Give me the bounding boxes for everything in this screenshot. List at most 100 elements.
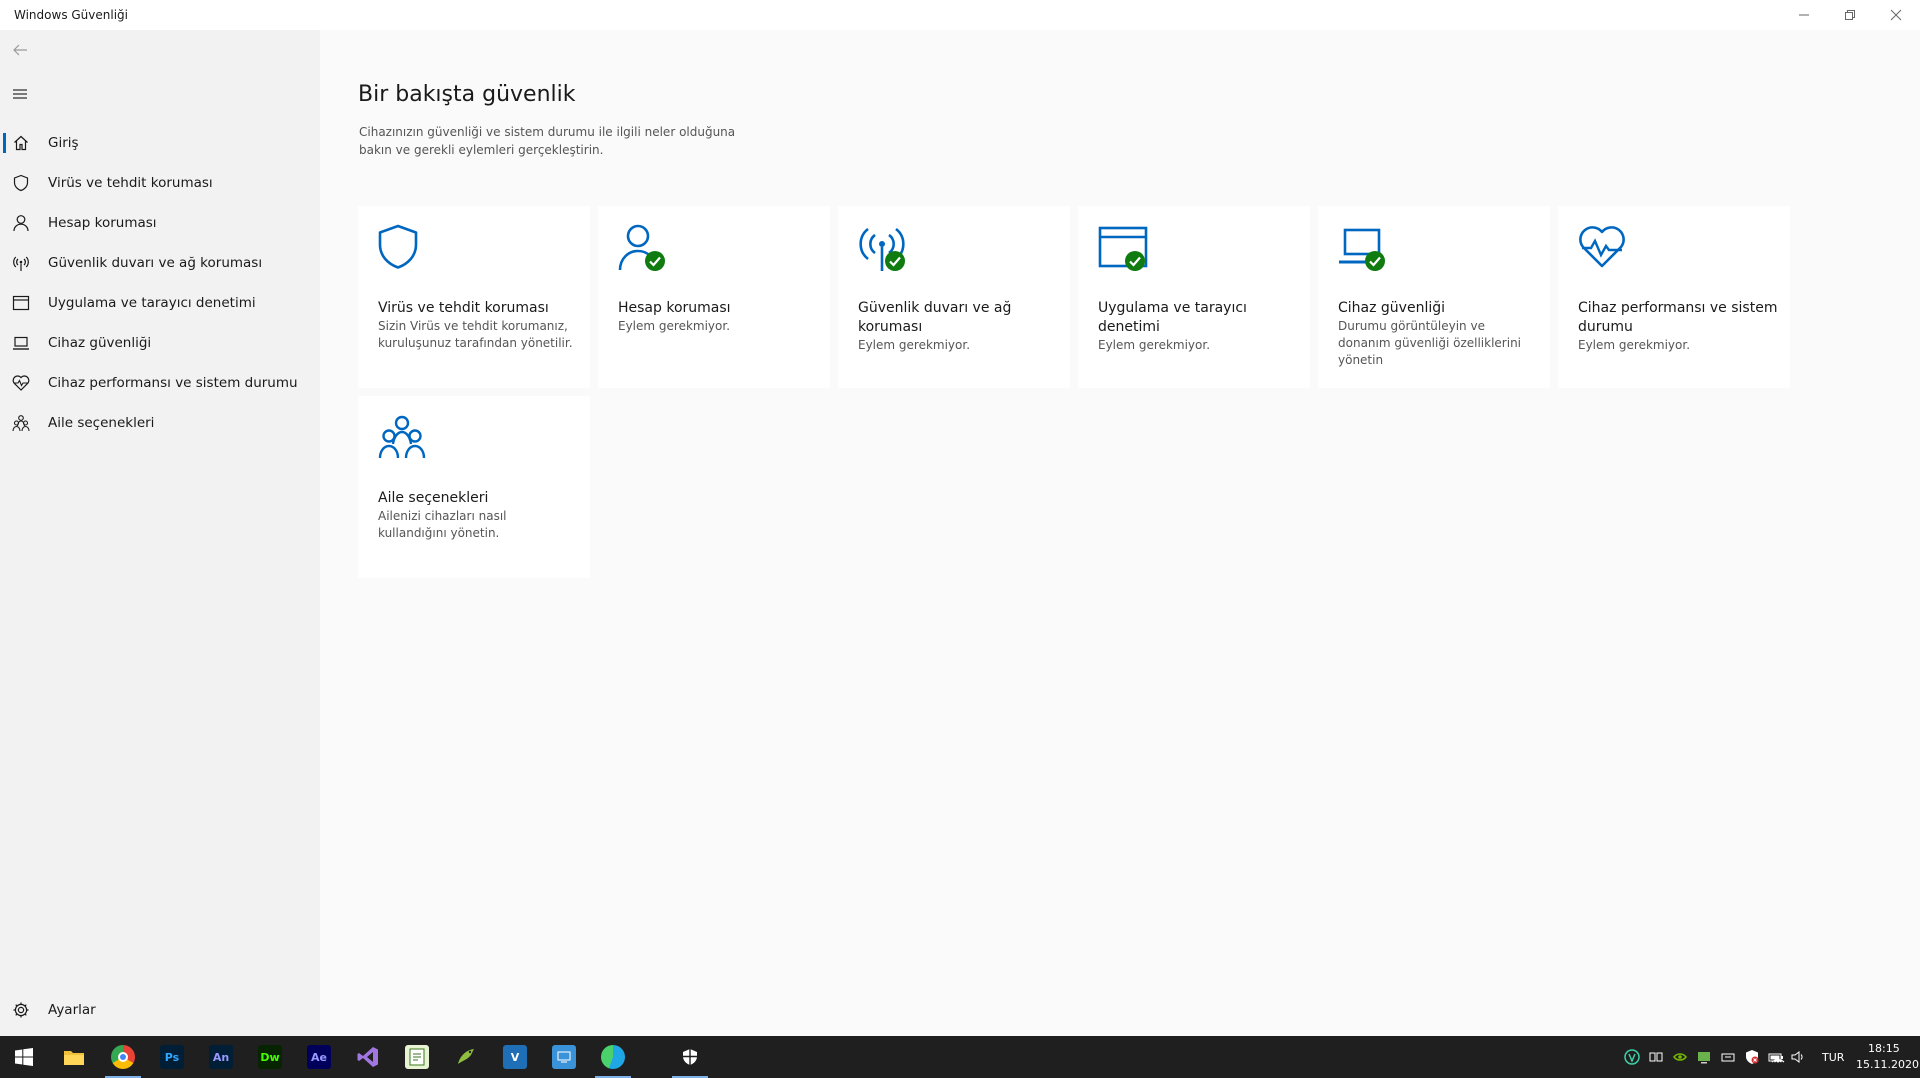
card-app-browser-control[interactable]: Uygulama ve tarayıcı denetimi Eylem gere… <box>1078 206 1310 388</box>
check-badge-icon <box>1125 251 1145 271</box>
card-title: Cihaz performansı ve sistem durumu <box>1578 300 1778 335</box>
taskbar-app-gecko-app[interactable] <box>442 1036 490 1078</box>
back-button[interactable] <box>8 38 32 62</box>
taskbar-app-photoshop[interactable]: Ps <box>148 1036 196 1078</box>
card-title: Aile seçenekleri <box>378 490 489 506</box>
language-indicator[interactable]: TUR <box>1822 1051 1844 1064</box>
card-title: Virüs ve tehdit koruması <box>378 300 549 316</box>
family-icon <box>378 414 434 466</box>
sidebar-item-device-performance[interactable]: Cihaz performansı ve sistem durumu <box>0 365 320 401</box>
sidebar-item-virus-protection[interactable]: Virüs ve tehdit koruması <box>0 165 320 201</box>
sidebar-item-device-security[interactable]: Cihaz güvenliği <box>0 325 320 361</box>
taskbar-app-defender[interactable] <box>666 1036 714 1078</box>
sidebar-item-label: Güvenlik duvarı ve ağ koruması <box>48 255 263 271</box>
minimize-icon <box>1799 14 1809 16</box>
v-app-icon: V <box>503 1045 527 1069</box>
card-description: Durumu görüntüleyin ve donanım güvenliği… <box>1338 319 1522 367</box>
animate-icon: An <box>209 1045 233 1069</box>
taskbar-app-remote-app[interactable] <box>540 1036 588 1078</box>
shield-icon <box>378 224 434 276</box>
laptop-icon <box>12 334 30 352</box>
restore-button[interactable] <box>1827 0 1873 30</box>
taskbar-app-v-app[interactable]: V <box>491 1036 539 1078</box>
title-bar: Windows Güvenliği <box>0 0 1920 30</box>
sidebar-settings-label: Ayarlar <box>48 1002 96 1018</box>
person-icon <box>618 224 674 276</box>
gear-icon <box>12 1001 30 1019</box>
window-title: Windows Güvenliği <box>14 8 128 22</box>
taskbar-app-file-explorer[interactable] <box>50 1036 98 1078</box>
after-effects-icon: Ae <box>307 1045 331 1069</box>
sidebar-item-home[interactable]: Giriş <box>0 125 320 161</box>
remote-app-icon <box>552 1045 576 1069</box>
start-button[interactable] <box>0 1036 48 1078</box>
windows-logo-icon <box>15 1048 33 1066</box>
hamburger-icon <box>13 89 27 99</box>
photoshop-icon: Ps <box>160 1045 184 1069</box>
network-device-tray-icon[interactable] <box>1720 1049 1736 1065</box>
sidebar-item-app-browser-control[interactable]: Uygulama ve tarayıcı denetimi <box>0 285 320 321</box>
card-device-security[interactable]: Cihaz güvenliği Durumu görüntüleyin ve d… <box>1318 206 1550 388</box>
nvidia-tray-icon[interactable] <box>1672 1049 1688 1065</box>
display-tray-icon[interactable] <box>1696 1049 1712 1065</box>
card-title: Uygulama ve tarayıcı denetimi <box>1098 300 1247 335</box>
taskbar-app-dreamweaver[interactable]: Dw <box>246 1036 294 1078</box>
close-button[interactable] <box>1873 0 1919 30</box>
visual-studio-icon <box>356 1045 380 1069</box>
card-description: Eylem gerekmiyor. <box>1098 338 1211 352</box>
card-title: Hesap koruması <box>618 300 731 316</box>
sidebar-item-label: Hesap koruması <box>48 215 157 231</box>
browser-window-icon <box>12 294 30 312</box>
close-icon <box>1890 9 1902 21</box>
file-explorer-icon <box>62 1045 86 1069</box>
security-shield-tray-icon[interactable] <box>1744 1049 1760 1065</box>
sidebar-item-account-protection[interactable]: Hesap koruması <box>0 205 320 241</box>
card-description: Eylem gerekmiyor. <box>858 338 971 352</box>
clock-date[interactable]: 15.11.2020 <box>1856 1058 1919 1071</box>
check-badge-icon <box>885 251 905 271</box>
card-virus-protection[interactable]: Virüs ve tehdit koruması Sizin Virüs ve … <box>358 206 590 388</box>
taskbar: Ps An Dw Ae V TUR 18:15 15.11.2020 <box>0 1036 1920 1078</box>
taskbar-app-visual-studio[interactable] <box>344 1036 392 1078</box>
heart-pulse-icon <box>12 374 30 392</box>
page-title: Bir bakışta güvenlik <box>358 82 576 107</box>
card-firewall[interactable]: Güvenlik duvarı ve ağ koruması Eylem ger… <box>838 206 1070 388</box>
heart-pulse-icon <box>1578 224 1634 276</box>
volume-tray-icon[interactable] <box>1790 1049 1806 1065</box>
family-icon <box>12 414 30 432</box>
dreamweaver-icon: Dw <box>258 1045 282 1069</box>
minimize-button[interactable] <box>1781 0 1827 30</box>
book-tray-icon[interactable] <box>1648 1049 1664 1065</box>
card-family-options[interactable]: Aile seçenekleri Ailenizi cihazları nası… <box>358 396 590 578</box>
defender-icon <box>678 1045 702 1069</box>
back-arrow-icon <box>13 44 27 56</box>
card-title: Cihaz güvenliği <box>1338 300 1446 316</box>
taskbar-app-edge[interactable] <box>589 1036 637 1078</box>
card-description: Eylem gerekmiyor. <box>618 319 731 333</box>
hamburger-menu-button[interactable] <box>8 82 32 106</box>
sidebar-item-settings[interactable]: Ayarlar <box>0 992 320 1028</box>
sidebar-item-label: Giriş <box>48 135 79 151</box>
chrome-icon <box>111 1045 135 1069</box>
wifi-tray-icon[interactable] <box>1770 1049 1786 1065</box>
card-description: Sizin Virüs ve tehdit korumanız, kuruluş… <box>378 319 573 350</box>
clock-time[interactable]: 18:15 <box>1868 1042 1900 1055</box>
person-icon <box>12 214 30 232</box>
card-account-protection[interactable]: Hesap koruması Eylem gerekmiyor. <box>598 206 830 388</box>
sidebar-item-label: Cihaz güvenliği <box>48 335 152 351</box>
taskbar-app-animate[interactable]: An <box>197 1036 245 1078</box>
home-icon <box>12 134 30 152</box>
sidebar-item-family-options[interactable]: Aile seçenekleri <box>0 405 320 441</box>
taskbar-app-notepad-plus[interactable] <box>393 1036 441 1078</box>
taskbar-app-after-effects[interactable]: Ae <box>295 1036 343 1078</box>
taskbar-app-chrome[interactable] <box>99 1036 147 1078</box>
sidebar-item-label: Virüs ve tehdit koruması <box>48 175 213 191</box>
sidebar-item-firewall[interactable]: Güvenlik duvarı ve ağ koruması <box>0 245 320 281</box>
edge-icon <box>601 1045 625 1069</box>
vpn-tray-icon[interactable] <box>1624 1049 1640 1065</box>
page-description: Cihazınızın güvenliği ve sistem durumu i… <box>359 125 736 157</box>
gecko-app-icon <box>454 1045 478 1069</box>
main-content: Bir bakışta güvenlik Cihazınızın güvenli… <box>320 30 1920 1036</box>
card-description: Eylem gerekmiyor. <box>1578 338 1691 352</box>
card-device-performance[interactable]: Cihaz performansı ve sistem durumu Eylem… <box>1558 206 1790 388</box>
